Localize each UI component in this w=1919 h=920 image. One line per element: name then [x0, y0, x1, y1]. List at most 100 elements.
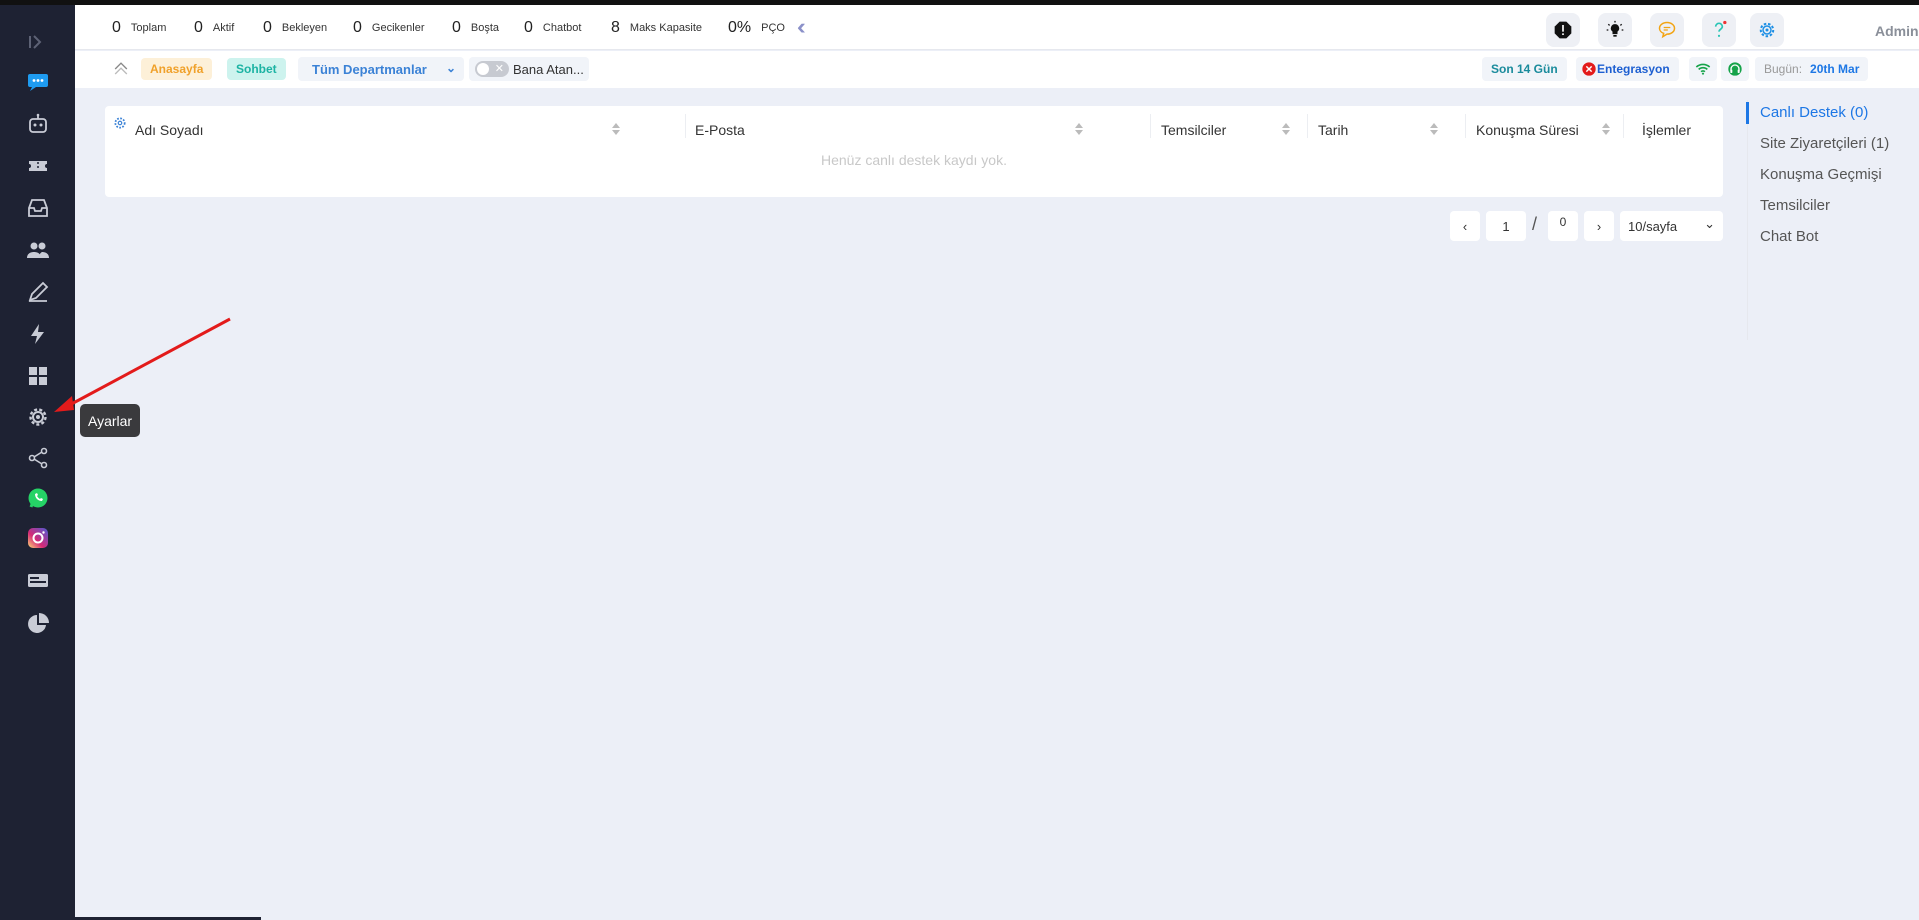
department-value: Tüm Departmanlar [312, 61, 427, 77]
settings-gear-icon[interactable] [22, 401, 54, 433]
column-header-agents[interactable]: Temsilciler [1161, 118, 1226, 142]
users-icon[interactable] [22, 234, 54, 266]
tab-site-visitors[interactable]: Site Ziyaretçileri (1) [1760, 135, 1889, 152]
settings-button[interactable] [1750, 13, 1784, 47]
toggle-knob [477, 63, 489, 75]
column-header-name[interactable]: Adı Soyadı [135, 118, 204, 142]
chat-tag[interactable]: Sohbet [227, 58, 286, 80]
chevron-left-icon: ‹ [1462, 218, 1468, 234]
stat-value: 0 [524, 19, 533, 36]
stat-pco: 0% PÇO [720, 13, 793, 43]
toggle-switch[interactable]: ✕ [475, 61, 509, 77]
sort-icon[interactable] [611, 122, 621, 136]
right-tab-nav: Canlı Destek (0) Site Ziyaretçileri (1) … [1746, 100, 1907, 340]
tab-live-support[interactable]: Canlı Destek (0) [1760, 104, 1868, 121]
column-divider [1465, 114, 1466, 138]
stat-max-capacity: 8 Maks Kapasite [603, 13, 711, 43]
ticket-icon[interactable] [22, 150, 54, 182]
stat-delayed: 0 Gecikenler [345, 13, 433, 43]
integration-button[interactable]: Entegrasyon [1576, 57, 1679, 81]
column-divider [1150, 114, 1151, 138]
tab-agents[interactable]: Temsilciler [1760, 197, 1830, 214]
help-question-icon [1714, 20, 1727, 37]
column-label: İşlemler [1642, 122, 1692, 138]
page-separator: / [1532, 214, 1538, 234]
settings-tooltip: Ayarlar [80, 404, 141, 437]
expand-sidebar-icon[interactable] [22, 26, 54, 58]
theme-button[interactable] [1598, 13, 1632, 47]
sort-icon[interactable] [1074, 122, 1084, 136]
tab-chat-history[interactable]: Konuşma Geçmişi [1760, 166, 1882, 183]
total-pages: 0 [1548, 211, 1578, 241]
chevron-down-icon: ⌄ [445, 61, 456, 75]
sort-icon[interactable] [1601, 122, 1611, 136]
close-icon: ✕ [494, 63, 504, 75]
page-size-select[interactable]: 10/sayfa ⌄ [1620, 211, 1723, 241]
top-header: 0 Toplam 0 Aktif 0 Bekleyen 0 Gecikenler 0 Bo… [75, 5, 1919, 50]
wifi-icon [1695, 63, 1711, 75]
column-divider [1623, 114, 1624, 138]
gear-icon [1759, 22, 1775, 38]
connection-status[interactable] [1689, 57, 1717, 81]
stat-value: 0 [194, 19, 203, 36]
whatsapp-icon[interactable] [22, 482, 54, 514]
instagram-icon[interactable] [22, 522, 54, 554]
live-support-table: Adı Soyadı E-Posta Temsilciler Tarih Kon… [105, 106, 1723, 197]
share-icon[interactable] [22, 442, 54, 474]
stat-value: 0 [452, 19, 461, 36]
stat-chatbot: 0 Chatbot [516, 13, 590, 43]
stat-label: Chatbot [542, 22, 582, 34]
sort-icon[interactable] [1281, 122, 1291, 136]
stat-active: 0 Aktif [186, 13, 243, 43]
department-select[interactable]: Tüm Departmanlar ⌄ [298, 57, 464, 81]
column-label: Tarih [1318, 122, 1349, 138]
stat-value: 0 [353, 19, 362, 36]
inbox-icon[interactable] [22, 192, 54, 224]
page-input[interactable]: 1 [1486, 211, 1526, 241]
stat-label: Bekleyen [281, 22, 328, 34]
chevron-up-icon[interactable] [111, 59, 131, 79]
column-label: Konuşma Süresi [1476, 122, 1579, 138]
active-tab-indicator [1746, 102, 1749, 124]
column-header-actions: İşlemler [1642, 118, 1691, 142]
agent-status[interactable] [1721, 57, 1749, 81]
alert-button[interactable] [1546, 13, 1580, 47]
column-header-duration[interactable]: Konuşma Süresi [1476, 118, 1579, 142]
chevron-right-icon: › [1596, 218, 1602, 234]
date-range-button[interactable]: Son 14 Gün [1482, 57, 1567, 81]
column-header-email[interactable]: E-Posta [695, 118, 745, 142]
integration-label: Entegrasyon [1597, 62, 1670, 76]
live-chat-icon[interactable] [22, 66, 54, 98]
assigned-label: Bana Atan... [513, 61, 584, 77]
dashboard-grid-icon[interactable] [22, 360, 54, 392]
stat-label: Aktif [212, 22, 235, 34]
sort-icon[interactable] [1429, 122, 1439, 136]
column-divider [1307, 114, 1308, 138]
edit-icon[interactable] [22, 276, 54, 308]
sidebar [0, 5, 75, 920]
column-label: Temsilciler [1161, 122, 1227, 138]
stat-label: Toplam [130, 22, 167, 34]
column-header-date[interactable]: Tarih [1318, 118, 1348, 142]
chat-bubble-icon [1658, 21, 1676, 39]
bot-icon[interactable] [22, 108, 54, 140]
next-page-button[interactable]: › [1584, 211, 1614, 241]
home-tag[interactable]: Anasayfa [141, 58, 213, 80]
admin-name[interactable]: Admin [1875, 23, 1919, 39]
messages-button[interactable] [1650, 13, 1684, 47]
filter-bar: Anasayfa Sohbet Tüm Departmanlar ⌄ ✕ Ban… [75, 51, 1919, 88]
bulb-icon [1606, 20, 1624, 37]
lightning-icon[interactable] [22, 318, 54, 350]
alert-octagon-icon [1554, 21, 1572, 39]
assigned-to-me-toggle[interactable]: ✕ Bana Atan... [469, 57, 589, 81]
table-settings-icon[interactable] [113, 116, 127, 130]
stat-value: 0% [728, 19, 752, 36]
stat-label: Gecikenler [371, 22, 425, 34]
collapse-stats-icon[interactable]: ‹‹ [797, 16, 805, 38]
help-button[interactable] [1702, 13, 1736, 47]
pie-chart-icon[interactable] [22, 608, 54, 640]
stat-label: Boşta [470, 22, 500, 34]
prev-page-button[interactable]: ‹ [1450, 211, 1480, 241]
monitor-icon[interactable] [22, 565, 54, 597]
tab-chat-bot[interactable]: Chat Bot [1760, 228, 1818, 245]
